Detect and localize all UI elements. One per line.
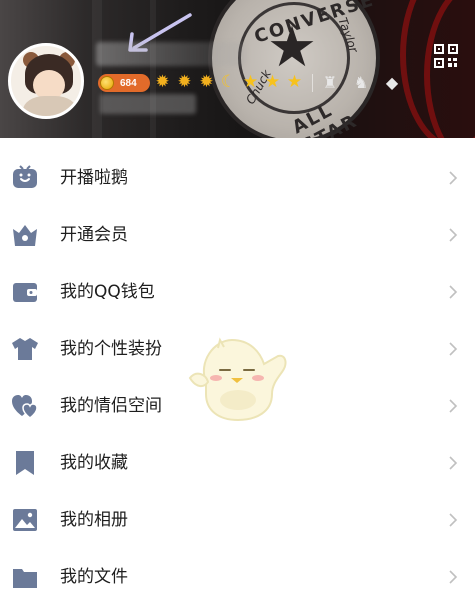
icon-divider [312,74,313,92]
nickname-redacted [96,42,246,66]
chevron-right-icon [449,171,458,185]
qr-code-icon[interactable] [434,44,458,68]
coin-value: 684 [120,77,137,89]
wallet-icon [13,283,37,302]
menu-item-label: 我的QQ钱包 [60,282,155,302]
level-sun-icon: ✹ [199,72,214,92]
menu-item-label: 我的个性装扮 [60,339,162,359]
vip-diamond-icon[interactable]: ◆ [380,72,404,94]
level-star-icon: ★ [242,72,259,92]
qq-profile-drawer: CONVERSE ★ ALL STAR Chuck Taylor 684 ✹ ✹ [0,0,475,606]
menu-item-label: 开播啦鹅 [60,168,128,188]
menu-item-files[interactable]: 我的文件 [0,549,475,606]
tv-icon [13,165,37,188]
menu-item-vip[interactable]: 开通会员 [0,207,475,264]
converse-patch-image: CONVERSE ★ ALL STAR Chuck Taylor [208,0,380,138]
level-star-icon: ★ [264,72,281,92]
couple-heart-icon [12,395,38,419]
menu-item-label: 开通会员 [60,225,128,245]
menu-item-wallet[interactable]: 我的QQ钱包 [0,264,475,321]
level-sun-icon: ✹ [155,72,170,92]
menu-item-label: 我的收藏 [60,453,128,473]
menu-item-label: 我的情侣空间 [60,396,162,416]
coin-badge[interactable]: 684 [98,74,150,92]
level-moon-icon: ☾ [220,72,237,92]
vip-icons[interactable]: ♜ ♞ ◆ [318,72,411,94]
chevron-right-icon [449,228,458,242]
chevron-right-icon [449,570,458,584]
avatar[interactable] [8,43,84,119]
bookmark-icon [16,451,34,475]
chevron-right-icon [449,285,458,299]
menu-item-album[interactable]: 我的相册 [0,492,475,549]
level-star-icon: ★ [286,72,303,92]
chevron-right-icon [449,342,458,356]
vip-hat-icon[interactable]: ♜ [318,72,342,94]
chevron-right-icon [449,456,458,470]
qq-level-icons[interactable]: ✹ ✹ ✹ ☾ ★ ★ ★ [152,72,306,93]
level-sun-icon: ✹ [177,72,192,92]
menu-item-live[interactable]: 开播啦鹅 [0,150,475,207]
photo-icon [13,509,37,531]
coin-icon [100,76,114,90]
menu-item-favorites[interactable]: 我的收藏 [0,435,475,492]
signature-redacted [100,94,196,114]
chick-sticker-image [188,337,287,422]
shirt-icon [12,338,38,360]
banner-stripe [92,0,102,138]
crown-icon [13,225,37,246]
menu-item-label: 我的相册 [60,510,128,530]
vip-character-icon[interactable]: ♞ [349,72,373,94]
menu-item-label: 我的文件 [60,567,128,587]
chevron-right-icon [449,513,458,527]
chevron-right-icon [449,399,458,413]
profile-header-banner[interactable]: CONVERSE ★ ALL STAR Chuck Taylor 684 ✹ ✹ [0,0,475,138]
folder-icon [13,569,37,588]
